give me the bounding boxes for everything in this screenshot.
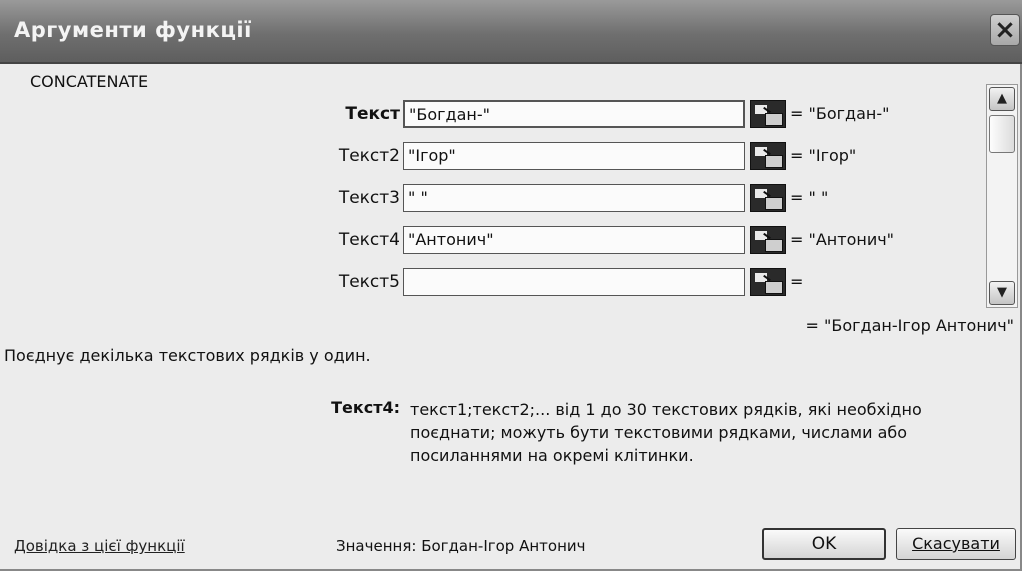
scroll-up-button[interactable]: ▲	[989, 87, 1015, 111]
formula-value-text: Богдан-Ігор Антонич	[421, 537, 586, 555]
close-button[interactable]: ×	[990, 14, 1020, 46]
arg-input-text5[interactable]	[403, 268, 745, 296]
arg-input-text2[interactable]: "Ігор"	[403, 142, 745, 170]
arg-input-text1[interactable]: "Богдан-"	[403, 100, 745, 128]
dialog-title: Аргументи функції	[14, 18, 252, 42]
arg-label-text5: Текст5	[338, 272, 400, 292]
help-argument-text: текст1;текст2;... від 1 до 30 текстових …	[410, 400, 922, 465]
formula-value: Значення: Богдан-Ігор Антонич	[336, 537, 586, 555]
arg-label-text2: Текст2	[338, 146, 400, 166]
formula-value-label: Значення:	[336, 537, 417, 555]
scroll-thumb[interactable]	[989, 115, 1015, 153]
range-select-button-text3[interactable]	[750, 184, 786, 212]
arg-result-text5: =	[790, 272, 804, 291]
arg-result-text1: = "Богдан-"	[790, 104, 890, 123]
arg-result-text2: = "Ігор"	[790, 146, 857, 165]
arg-result-text3: = " "	[790, 188, 829, 207]
collapse-dialog-icon-part	[765, 113, 783, 126]
range-select-button-text4[interactable]	[750, 226, 786, 254]
arguments-scrollbar[interactable]: ▲ ▼	[986, 84, 1018, 308]
arg-label-text4: Текст4	[338, 230, 400, 250]
range-select-button-text5[interactable]	[750, 268, 786, 296]
arg-label-text1: Текст	[345, 104, 400, 124]
help-on-function-link[interactable]: Довідка з цієї функції	[14, 537, 185, 555]
chevron-down-icon: ▼	[997, 285, 1007, 300]
scroll-down-button[interactable]: ▼	[989, 281, 1015, 305]
arg-result-text4: = "Антонич"	[790, 230, 895, 249]
ok-button[interactable]: OK	[762, 528, 886, 560]
formula-result: = "Богдан-Ігор Антонич"	[805, 316, 1014, 335]
cancel-button[interactable]: Скасувати	[896, 528, 1016, 560]
help-argument-name: Текст4:	[331, 398, 400, 417]
range-select-button-text1[interactable]	[750, 100, 786, 128]
function-arguments-dialog: Аргументи функції × CONCATENATE Текст "Б…	[0, 0, 1022, 571]
function-name: CONCATENATE	[30, 72, 149, 91]
arg-input-text3[interactable]: " "	[403, 184, 745, 212]
collapse-dialog-icon-part	[765, 155, 783, 168]
collapse-dialog-icon-part	[765, 197, 783, 210]
function-description: Поєднує декілька текстових рядків у один…	[4, 346, 371, 365]
arg-input-text4[interactable]: "Антонич"	[403, 226, 745, 254]
chevron-up-icon: ▲	[997, 91, 1007, 106]
arg-label-text3: Текст3	[338, 188, 400, 208]
title-bar[interactable]: Аргументи функції ×	[0, 0, 1022, 64]
collapse-dialog-icon-part	[765, 281, 783, 294]
close-icon: ×	[994, 15, 1016, 45]
range-select-button-text2[interactable]	[750, 142, 786, 170]
collapse-dialog-icon-part	[765, 239, 783, 252]
